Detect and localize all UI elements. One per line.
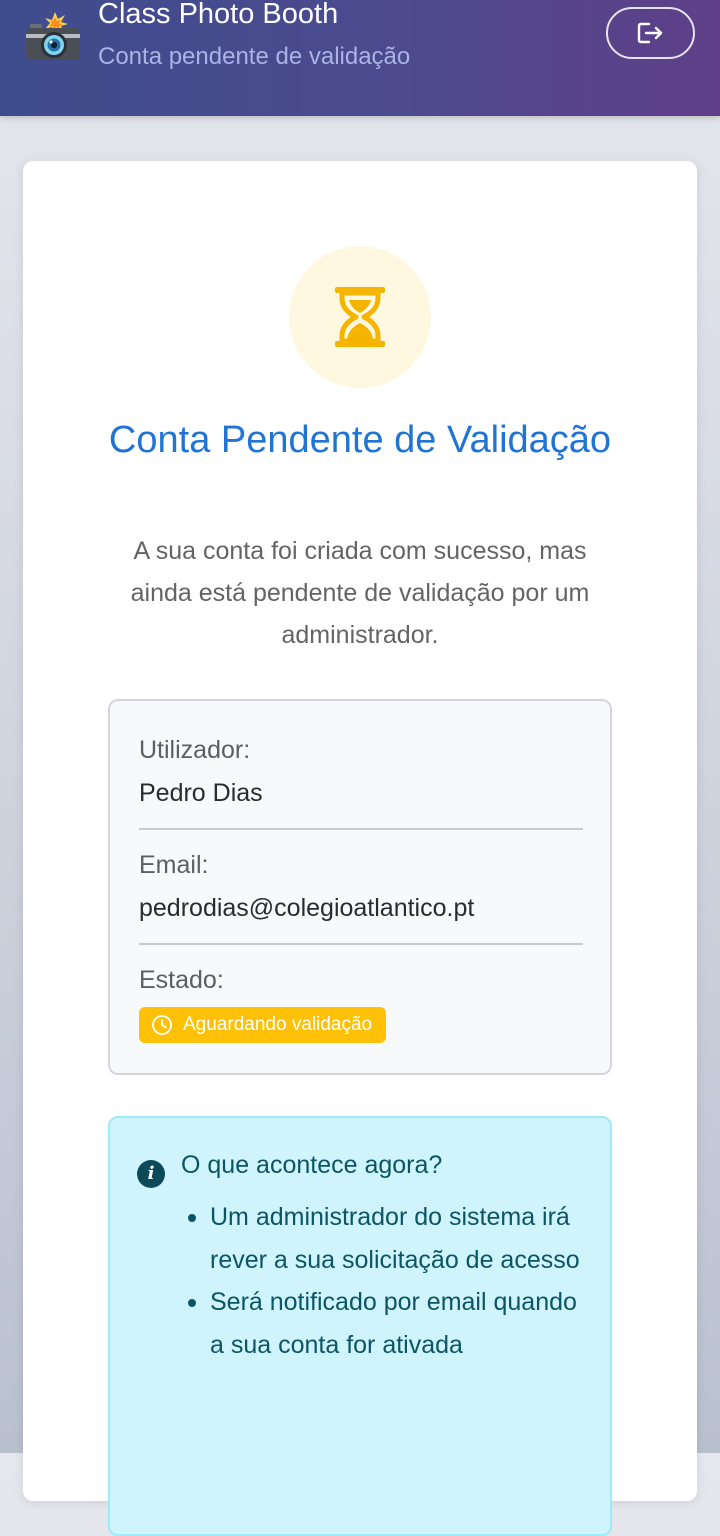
status-label: Estado: (139, 966, 224, 994)
camera-flash-icon (26, 12, 80, 60)
app-subtitle: Conta pendente de validação (98, 43, 411, 70)
app-title: Class Photo Booth (98, 0, 339, 30)
status-badge: Aguardando validação (139, 1007, 387, 1043)
logout-icon (637, 22, 662, 44)
account-details: Utilizador: Pedro Dias Email: pedrodias@… (108, 699, 612, 1075)
next-steps-alert: i O que acontece agora? Um administrador… (108, 1116, 612, 1536)
info-icon: i (137, 1160, 165, 1188)
status-icon-circle (289, 246, 431, 388)
list-item: Um administrador do sistema irá rever a … (188, 1196, 590, 1281)
list-item: Será notificado por email quando a sua c… (188, 1281, 590, 1366)
pending-validation-card: Conta Pendente de Validação A sua conta … (23, 161, 697, 1536)
status-badge-label: Aguardando validação (183, 1014, 373, 1035)
page-description: A sua conta foi criada com sucesso, mas … (130, 537, 590, 649)
hourglass-icon (335, 287, 385, 347)
next-steps-list: Um administrador do sistema irá rever a … (188, 1196, 590, 1366)
divider (139, 943, 583, 945)
clock-icon (152, 1015, 172, 1035)
email-value: pedrodias@colegioatlantico.pt (139, 894, 475, 922)
logout-button[interactable] (606, 7, 695, 59)
page-title: Conta Pendente de Validação (108, 419, 612, 461)
next-steps-heading: O que acontece agora? (181, 1151, 443, 1179)
app-header: Class Photo Booth Conta pendente de vali… (0, 0, 720, 116)
divider (139, 828, 583, 830)
email-label: Email: (139, 851, 209, 879)
user-value: Pedro Dias (139, 779, 263, 807)
user-label: Utilizador: (139, 736, 251, 764)
